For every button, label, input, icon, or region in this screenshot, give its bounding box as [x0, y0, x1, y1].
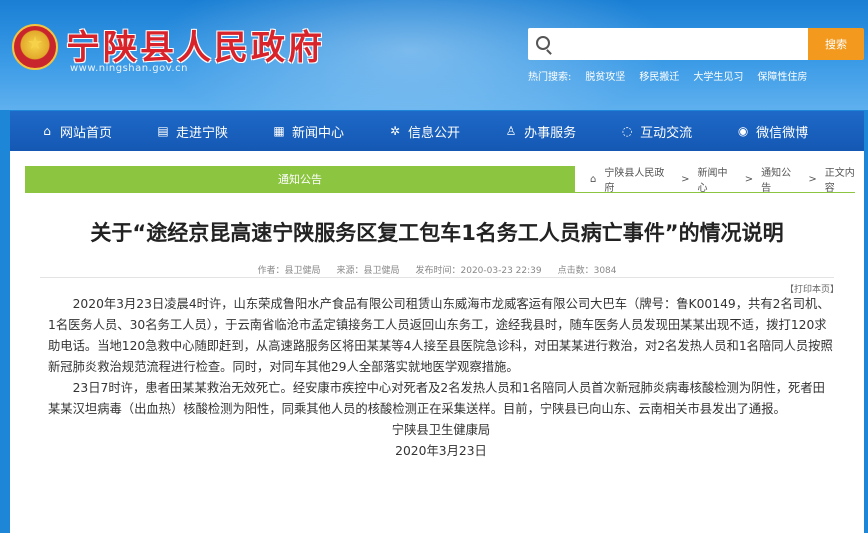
article-paragraph: 23日7时许，患者田某某救治无效死亡。经安康市疾控中心对死者及2名发热人员和1名…: [48, 381, 825, 416]
nav-item-label: 网站首页: [60, 125, 113, 141]
main-nav: ⌂ 网站首页 ▤ 走进宁陕 ▦ 新闻中心 ✲ 信息公开 ♙ 办事服务 ◌ 互动交…: [10, 111, 864, 151]
home-icon: ⌂: [590, 173, 597, 185]
tab-notice[interactable]: 通知公告: [25, 166, 575, 192]
hot-search-item[interactable]: 保障性住房: [757, 68, 807, 83]
article-time: 发布时间：2020-03-23 22:39: [415, 266, 542, 276]
chat-icon: ◌: [621, 124, 633, 138]
hot-search-item[interactable]: 大学生见习: [693, 68, 743, 83]
content-panel: 通知公告 ⌂ 宁陕县人民政府 > 新闻中心 > 通知公告 > 正文内容 关于“途…: [10, 151, 864, 533]
nav-item-label: 信息公开: [408, 125, 461, 141]
nav-item-label: 办事服务: [524, 125, 577, 141]
site-url: www.ningshan.gov.cn: [70, 63, 188, 74]
search-button[interactable]: 搜索: [808, 28, 864, 60]
nav-item-label: 走进宁陕: [176, 125, 229, 141]
nav-item-social[interactable]: ◉ 微信微博: [706, 111, 822, 151]
divider: [25, 192, 855, 193]
nav-item-about[interactable]: ▤ 走进宁陕: [126, 111, 242, 151]
search-icon: [536, 36, 550, 50]
breadcrumb-link[interactable]: 新闻中心: [697, 164, 736, 194]
article-meta: 作者：县卫健局 来源：县卫健局 发布时间：2020-03-23 22:39 点击…: [10, 263, 864, 276]
nav-item-home[interactable]: ⌂ 网站首页: [10, 111, 126, 151]
hot-search-label: 热门搜索:: [528, 72, 572, 83]
nav-item-info[interactable]: ✲ 信息公开: [358, 111, 474, 151]
site-header: ★ 宁陕县人民政府 www.ningshan.gov.cn 搜索 热门搜索: 脱…: [0, 0, 868, 110]
breadcrumb-link[interactable]: 通知公告: [761, 164, 800, 194]
national-emblem-icon: ★: [12, 24, 58, 70]
nav-item-interaction[interactable]: ◌ 互动交流: [590, 111, 706, 151]
article-date: 2020年3月23日: [395, 444, 487, 458]
weibo-icon: ◉: [737, 124, 749, 138]
user-icon: ♙: [505, 124, 517, 138]
article-hits: 点击数：3084: [557, 266, 617, 276]
breadcrumb-separator: >: [744, 173, 754, 185]
document-icon: ▤: [157, 124, 169, 138]
nav-item-news[interactable]: ▦ 新闻中心: [242, 111, 358, 151]
search-input[interactable]: [558, 32, 798, 56]
article-title: 关于“途经京昆高速宁陕服务区复工包车1名务工人员病亡事件”的情况说明: [90, 221, 784, 245]
article-paragraph: 2020年3月23日凌晨4时许，山东荣成鲁阳水产食品有限公司租赁山东威海市龙威客…: [48, 297, 833, 374]
article-signature: 宁陕县卫生健康局: [391, 423, 491, 437]
nav-item-label: 新闻中心: [292, 125, 345, 141]
breadcrumb-separator: >: [808, 173, 817, 185]
breadcrumb-separator: >: [681, 173, 690, 185]
gear-icon: ✲: [390, 124, 401, 138]
breadcrumb: ⌂ 宁陕县人民政府 > 新闻中心 > 通知公告 > 正文内容: [590, 164, 864, 194]
article-source: 来源：县卫健局: [336, 266, 400, 276]
site-title[interactable]: 宁陕县人民政府: [66, 20, 325, 69]
nav-item-label: 微信微博: [756, 125, 809, 141]
breadcrumb-link[interactable]: 宁陕县人民政府: [604, 164, 673, 194]
search-box: [528, 28, 808, 60]
article-body: 2020年3月23日凌晨4时许，山东荣成鲁阳水产食品有限公司租赁山东威海市龙威客…: [48, 294, 834, 462]
home-icon: ⌂: [43, 124, 51, 138]
hot-search-item[interactable]: 移民搬迁: [639, 68, 679, 83]
article-author: 作者：县卫健局: [257, 266, 321, 276]
divider: [40, 277, 834, 278]
nav-item-service[interactable]: ♙ 办事服务: [474, 111, 590, 151]
hot-search: 热门搜索: 脱贫攻坚 移民搬迁 大学生见习 保障性住房: [528, 68, 807, 83]
hot-search-item[interactable]: 脱贫攻坚: [585, 68, 625, 83]
news-icon: ▦: [273, 124, 285, 138]
nav-item-label: 互动交流: [640, 125, 693, 141]
breadcrumb-current: 正文内容: [824, 168, 855, 194]
